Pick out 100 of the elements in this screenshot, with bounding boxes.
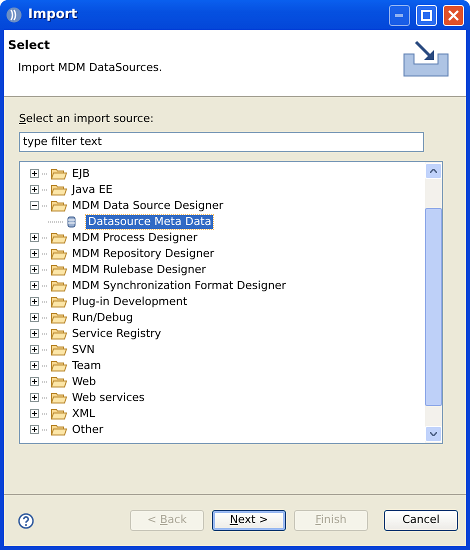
filter-field[interactable]: type filter text <box>19 132 424 152</box>
tree-item[interactable]: XML <box>70 406 98 420</box>
tree-item[interactable]: Datasource Meta Data <box>86 214 214 228</box>
app-icon <box>6 7 22 23</box>
maximize-button[interactable] <box>416 4 437 26</box>
plus-icon <box>31 282 38 289</box>
scroll-up-button[interactable] <box>425 162 442 178</box>
tree-item[interactable]: Java EE <box>70 182 115 196</box>
folder-icon <box>51 247 67 260</box>
page-title: Select <box>8 37 50 54</box>
folder-icon <box>51 343 67 356</box>
tree-line <box>42 268 48 270</box>
tree-line <box>42 380 48 382</box>
minus-icon <box>31 202 38 209</box>
close-icon <box>448 10 459 20</box>
folder-icon <box>51 327 67 340</box>
tree-line <box>42 412 48 414</box>
tree-line <box>42 172 48 174</box>
tree-item[interactable]: Plug-in Development <box>70 294 190 308</box>
folder-icon <box>51 423 67 436</box>
expand-icon[interactable] <box>30 361 39 370</box>
tree-item[interactable]: Web services <box>70 390 147 404</box>
tree-item[interactable]: MDM Data Source Designer <box>70 198 226 212</box>
collapse-icon[interactable] <box>30 201 39 210</box>
tree-item[interactable]: MDM Process Designer <box>70 230 200 244</box>
tree-item[interactable]: Web <box>70 374 98 388</box>
folder-icon <box>51 199 67 212</box>
expand-icon[interactable] <box>30 281 39 290</box>
plus-icon <box>31 186 38 193</box>
plus-icon <box>31 426 38 433</box>
folder-icon <box>51 375 67 388</box>
plus-icon <box>31 330 38 337</box>
tree-line <box>42 252 48 254</box>
folder-icon <box>51 391 67 404</box>
expand-icon[interactable] <box>30 313 39 322</box>
expand-icon[interactable] <box>30 265 39 274</box>
folder-icon <box>51 183 67 196</box>
plus-icon <box>31 346 38 353</box>
tree-item[interactable]: EJB <box>70 166 92 180</box>
plus-icon <box>31 234 38 241</box>
tree-line <box>42 348 48 350</box>
tree-line <box>48 220 64 222</box>
expand-icon[interactable] <box>30 377 39 386</box>
plus-icon <box>31 314 38 321</box>
plus-icon <box>31 298 38 305</box>
folder-icon <box>51 407 67 420</box>
plus-icon <box>31 362 38 369</box>
plus-icon <box>31 170 38 177</box>
expand-icon[interactable] <box>30 393 39 402</box>
tree-item[interactable]: MDM Synchronization Format Designer <box>70 278 288 292</box>
expand-icon[interactable] <box>30 297 39 306</box>
cancel-button[interactable]: Cancel <box>384 510 458 531</box>
plus-icon <box>31 410 38 417</box>
scrollbar[interactable] <box>425 162 442 442</box>
expand-icon[interactable] <box>30 185 39 194</box>
tree-line <box>42 204 48 206</box>
next-button[interactable]: Next > <box>212 510 286 531</box>
tree-item[interactable]: MDM Repository Designer <box>70 246 216 260</box>
tree-item[interactable]: Service Registry <box>70 326 164 340</box>
scroll-thumb[interactable] <box>425 208 442 406</box>
expand-icon[interactable] <box>30 329 39 338</box>
maximize-icon <box>421 10 432 20</box>
tree-line <box>42 332 48 334</box>
folder-icon <box>51 295 67 308</box>
plus-icon <box>31 394 38 401</box>
minimize-icon <box>395 14 404 16</box>
close-button[interactable] <box>443 4 464 26</box>
tree-item[interactable]: SVN <box>70 342 97 356</box>
folder-icon <box>51 263 67 276</box>
import-source-label: Select an import source: <box>19 111 154 127</box>
minimize-button[interactable] <box>389 4 410 26</box>
expand-icon[interactable] <box>30 233 39 242</box>
tree-line <box>42 284 48 286</box>
help-icon[interactable] <box>18 512 34 528</box>
folder-icon <box>51 359 67 372</box>
tree-line <box>42 316 48 318</box>
tree-line <box>42 236 48 238</box>
tree-item[interactable]: Team <box>70 358 104 372</box>
plus-icon <box>31 266 38 273</box>
plus-icon <box>31 250 38 257</box>
expand-icon[interactable] <box>30 345 39 354</box>
tree-item[interactable]: Run/Debug <box>70 310 135 324</box>
tree-line <box>42 364 48 366</box>
database-icon <box>67 216 76 228</box>
tree-line <box>42 396 48 398</box>
expand-icon[interactable] <box>30 169 39 178</box>
tree-line <box>42 428 48 430</box>
expand-icon[interactable] <box>30 409 39 418</box>
window-title: Import <box>28 6 78 24</box>
folder-icon <box>51 167 67 180</box>
expand-icon[interactable] <box>30 425 39 434</box>
folder-icon <box>51 279 67 292</box>
page-description: Import MDM DataSources. <box>17 60 162 76</box>
tree-line <box>42 300 48 302</box>
folder-icon <box>51 311 67 324</box>
scroll-down-button[interactable] <box>425 426 442 442</box>
tree-item[interactable]: MDM Rulebase Designer <box>70 262 208 276</box>
folder-icon <box>51 231 67 244</box>
tree-item[interactable]: Other <box>70 422 106 436</box>
expand-icon[interactable] <box>30 249 39 258</box>
